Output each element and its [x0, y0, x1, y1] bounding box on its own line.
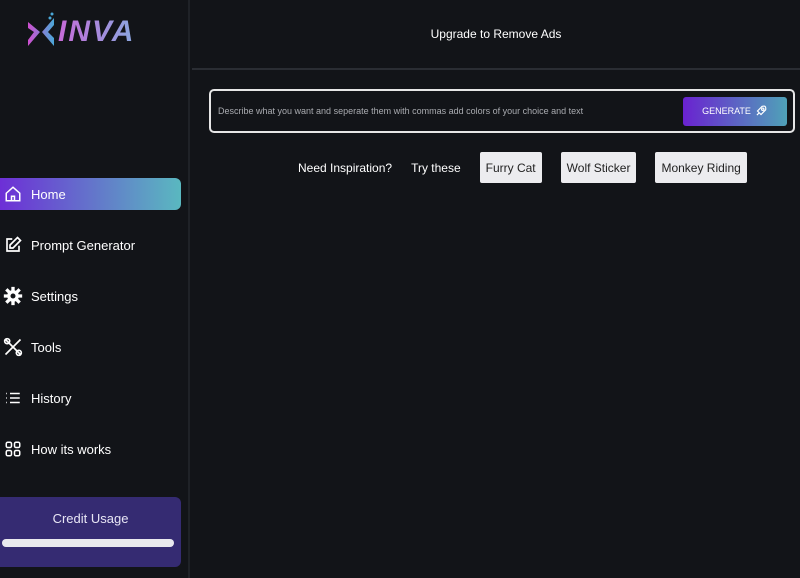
- list-icon: [2, 387, 24, 409]
- sidebar-item-label: Tools: [31, 339, 62, 355]
- sidebar-item-history[interactable]: History: [0, 382, 181, 414]
- upgrade-text[interactable]: Upgrade to Remove Ads: [431, 27, 562, 41]
- sidebar-item-how-its-works[interactable]: How its works: [0, 433, 181, 465]
- header-banner[interactable]: Upgrade to Remove Ads: [192, 0, 800, 70]
- logo-text: INVA: [58, 15, 136, 48]
- gear-icon: [2, 285, 24, 307]
- credit-usage-bar: [2, 539, 174, 547]
- logo[interactable]: INVA: [28, 12, 135, 52]
- tools-icon: [2, 336, 24, 358]
- generate-button[interactable]: GENERATE: [683, 96, 787, 126]
- try-these-label: Try these: [411, 160, 461, 175]
- prompt-input[interactable]: [211, 106, 683, 116]
- credit-usage-card: Credit Usage: [0, 497, 181, 567]
- chip-monkey-riding[interactable]: Monkey Riding: [655, 152, 747, 183]
- credit-usage-title: Credit Usage: [52, 511, 129, 526]
- sidebar-item-label: History: [31, 390, 72, 406]
- grid-icon: [2, 438, 24, 460]
- inspiration-row: Need Inspiration? Try these Furry Cat Wo…: [298, 152, 747, 183]
- sidebar: INVA Home Prompt Generator Settings Tool…: [0, 0, 190, 578]
- chip-furry-cat[interactable]: Furry Cat: [479, 152, 542, 183]
- chip-wolf-sticker[interactable]: Wolf Sticker: [560, 152, 637, 183]
- sidebar-item-label: Home: [31, 186, 66, 202]
- edit-icon: [2, 234, 24, 256]
- inspiration-label: Need Inspiration?: [298, 160, 393, 175]
- credit-usage-fill: [2, 539, 174, 547]
- sidebar-item-tools[interactable]: Tools: [0, 331, 181, 363]
- logo-x-icon: [28, 12, 54, 46]
- rocket-icon: [756, 105, 767, 116]
- prompt-box: GENERATE: [209, 89, 795, 133]
- sidebar-item-label: How its works: [31, 441, 112, 457]
- sidebar-item-prompt-generator[interactable]: Prompt Generator: [0, 229, 181, 261]
- sidebar-item-label: Prompt Generator: [31, 237, 136, 253]
- sidebar-item-home[interactable]: Home: [0, 178, 181, 210]
- home-icon: [2, 183, 24, 205]
- sidebar-item-label: Settings: [31, 288, 78, 304]
- sidebar-item-settings[interactable]: Settings: [0, 280, 181, 312]
- generate-label: GENERATE: [702, 106, 751, 116]
